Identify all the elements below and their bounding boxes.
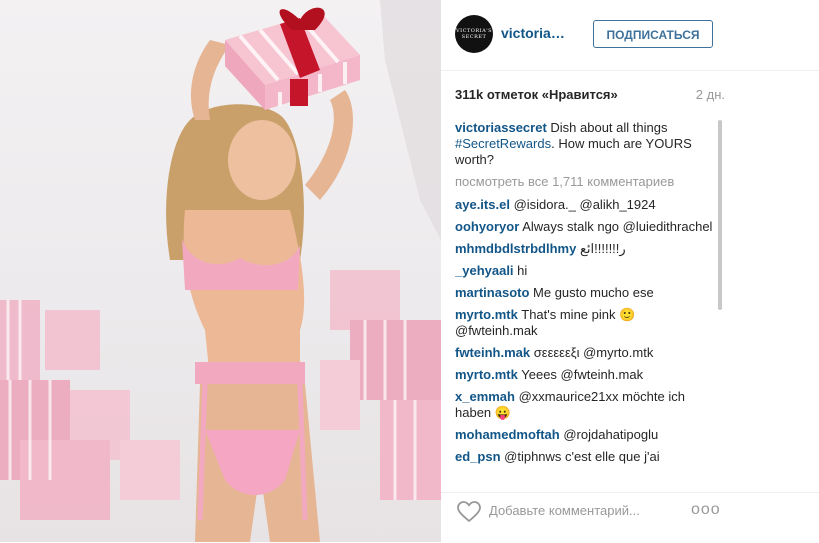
view-all-comments-link[interactable]: посмотреть все 1,711 комментариев xyxy=(455,174,720,190)
comment-username[interactable]: oohyoryor xyxy=(455,219,519,234)
comment-text: Me gusto mucho ese xyxy=(533,285,654,300)
comment-text: @isidora._ @alikh_1924 xyxy=(513,197,656,212)
heart-icon[interactable] xyxy=(457,501,481,523)
caption-text-pre: Dish about all things xyxy=(546,120,668,135)
post-photo-illustration xyxy=(0,0,441,542)
comment-username[interactable]: martinasoto xyxy=(455,285,529,300)
comment-text: ر!!!!!!!ائع xyxy=(579,241,626,256)
comment-item: aye.its.el @isidora._ @alikh_1924 xyxy=(455,197,720,213)
comment-text: @rojdahatipoglu xyxy=(563,427,659,442)
post-header: VICTORIA'S SECRET victoriasse… ПОДПИСАТЬ… xyxy=(441,0,819,71)
comment-item: mhmdbdlstrbdlhmy ر!!!!!!!ائع xyxy=(455,241,720,257)
add-comment-input[interactable]: Добавьте комментарий... xyxy=(489,503,640,518)
post-time[interactable]: 2 дн. xyxy=(696,87,725,102)
more-options-icon[interactable]: ooo xyxy=(691,501,721,519)
comments-scrollbar[interactable] xyxy=(718,120,722,310)
comment-item: fwteinh.mak σεεεεεξι @myrto.mtk xyxy=(455,345,720,361)
comment-item: myrto.mtk That's mine pink 🙂 @fwteinh.ma… xyxy=(455,307,720,339)
caption-username[interactable]: victoriassecret xyxy=(455,120,547,135)
avatar[interactable]: VICTORIA'S SECRET xyxy=(455,15,493,53)
comment-username[interactable]: aye.its.el xyxy=(455,197,510,212)
comment-username[interactable]: fwteinh.mak xyxy=(455,345,530,360)
comment-username[interactable]: mohamedmoftah xyxy=(455,427,560,442)
post-sidebar: VICTORIA'S SECRET victoriasse… ПОДПИСАТЬ… xyxy=(441,0,819,542)
comment-text: hi xyxy=(517,263,528,278)
caption-hashtag[interactable]: #SecretRewards xyxy=(455,136,551,151)
post-footer: Добавьте комментарий... ooo xyxy=(441,492,819,543)
comment-text: σεεεεεξι @myrto.mtk xyxy=(533,345,654,360)
comment-text: Yeees @fwteinh.mak xyxy=(521,367,644,382)
comment-item: myrto.mtk Yeees @fwteinh.mak xyxy=(455,367,720,383)
avatar-logo-text: VICTORIA'S SECRET xyxy=(456,28,492,40)
comment-username[interactable]: x_emmah xyxy=(455,389,515,404)
comment-item: oohyoryor Always stalk ngo @luiedithrach… xyxy=(455,219,720,235)
comment-item: ed_psn @tiphnws c'est elle que j'ai xyxy=(455,449,720,465)
comment-username[interactable]: ed_psn xyxy=(455,449,501,464)
comment-item: x_emmah @xxmaurice21xx möchte ich haben … xyxy=(455,389,720,421)
comment-item: _yehyaali hi xyxy=(455,263,720,279)
likes-row: 311k отметок «Нравится» 2 дн. xyxy=(455,87,805,102)
post-username[interactable]: victoriasse… xyxy=(501,25,571,41)
comment-username[interactable]: myrto.mtk xyxy=(455,367,518,382)
comment-username[interactable]: myrto.mtk xyxy=(455,307,518,322)
comment-text: @tiphnws c'est elle que j'ai xyxy=(504,449,660,464)
comment-text: Always stalk ngo @luiedithrachel xyxy=(522,219,713,234)
comments-list[interactable]: victoriassecret Dish about all things #S… xyxy=(455,120,720,482)
comment-item: mohamedmoftah @rojdahatipoglu xyxy=(455,427,720,443)
like-count[interactable]: 311k отметок «Нравится» xyxy=(455,87,618,102)
comment-username[interactable]: _yehyaali xyxy=(455,263,514,278)
follow-button[interactable]: ПОДПИСАТЬСЯ xyxy=(593,20,713,48)
comment-item: martinasoto Me gusto mucho ese xyxy=(455,285,720,301)
post-caption: victoriassecret Dish about all things #S… xyxy=(455,120,720,168)
post-photo[interactable] xyxy=(0,0,441,542)
comment-username[interactable]: mhmdbdlstrbdlhmy xyxy=(455,241,576,256)
